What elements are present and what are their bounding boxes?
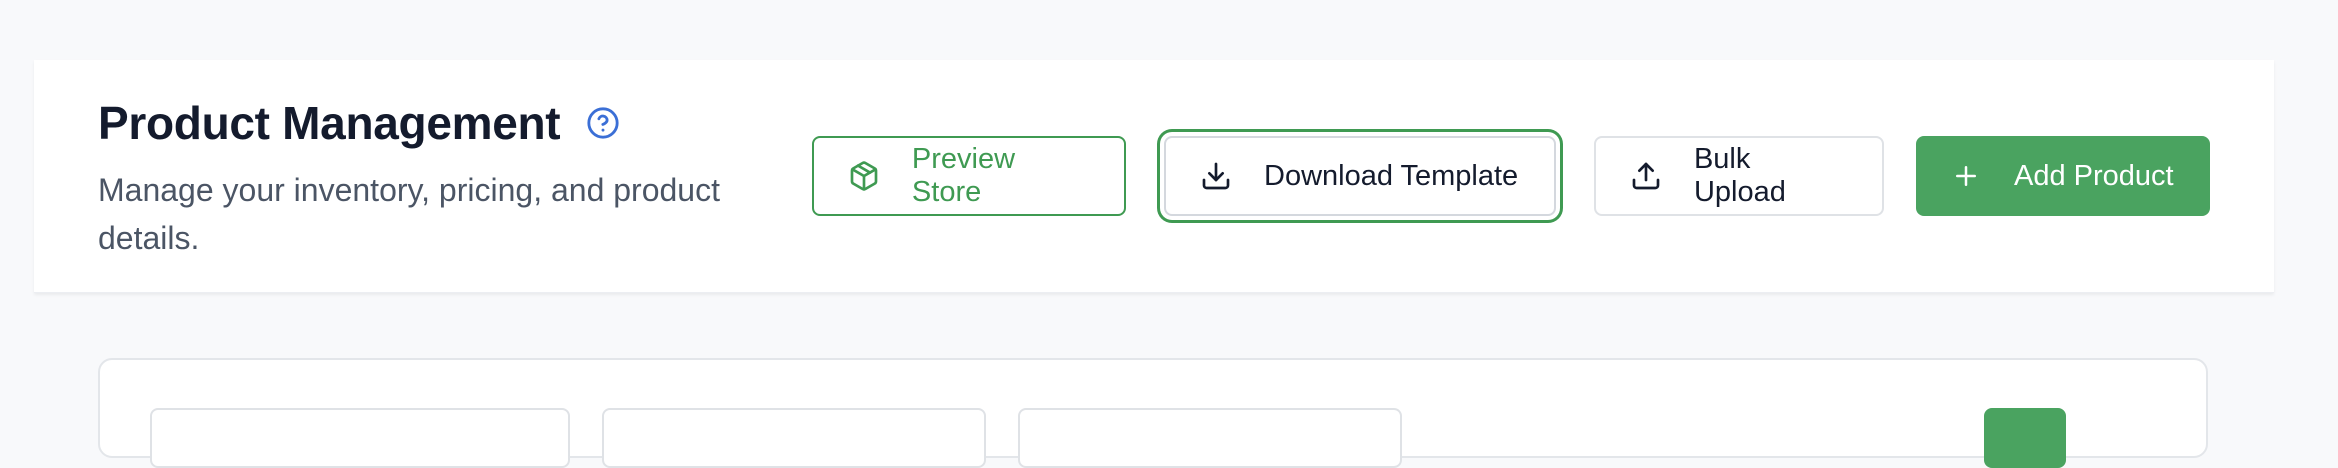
help-circle-icon[interactable] [586,106,620,140]
download-template-button[interactable]: Download Template [1164,136,1556,216]
category-filter[interactable] [602,408,986,468]
filter-action-button[interactable] [1984,408,2066,468]
plus-icon [1948,158,1984,194]
download-template-label: Download Template [1264,159,1519,192]
page-subtitle: Manage your inventory, pricing, and prod… [98,172,720,256]
bulk-upload-label: Bulk Upload [1693,143,1786,208]
add-product-button[interactable]: Add Product [1916,136,2210,216]
package-icon [846,158,882,194]
title-row: Product Management [98,96,620,150]
products-panel [98,358,2208,468]
bulk-upload-button[interactable]: Bulk Upload [1594,136,1884,216]
page-title: Product Management [98,97,561,149]
header-actions: Preview Store Download Template Bulk Upl… [780,136,2210,216]
search-input[interactable] [150,408,570,468]
preview-store-label: Preview Store [911,143,1016,208]
upload-icon [1628,158,1664,194]
add-product-label: Add Product [2014,159,2174,192]
download-icon [1198,158,1234,194]
page-header: Product Management Manage your inventory… [34,60,2274,293]
preview-store-button[interactable]: Preview Store [812,136,1126,216]
status-filter[interactable] [1018,408,1402,468]
